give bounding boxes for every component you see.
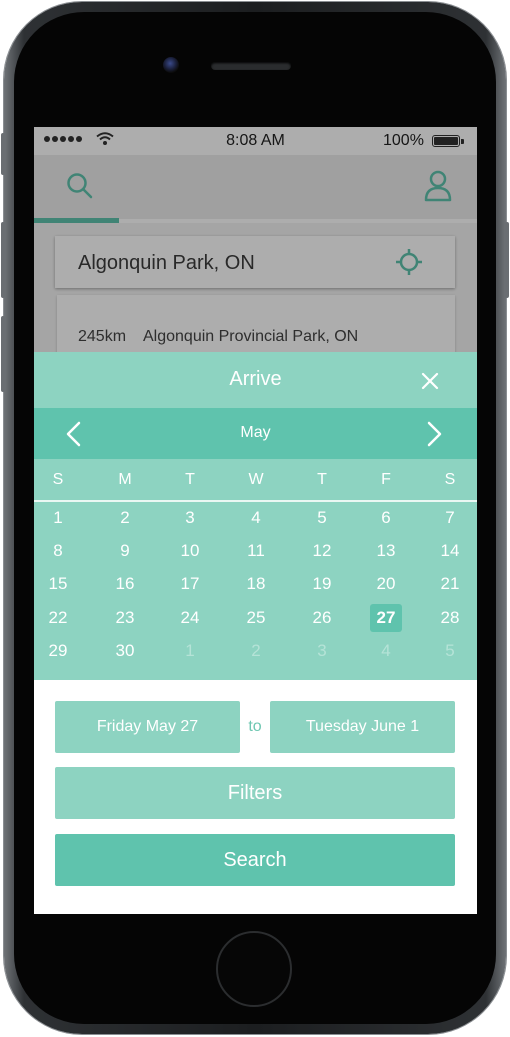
weekday-label: T <box>317 471 327 488</box>
mute-switch <box>1 133 5 175</box>
calendar-day[interactable]: 9 <box>109 537 141 565</box>
calendar-day-next-month[interactable]: 4 <box>370 637 402 665</box>
month-label: May <box>240 424 271 441</box>
modal-backdrop[interactable] <box>34 127 477 352</box>
weekday-header: S M T W T F S <box>34 459 477 502</box>
screen: 8:08 AM 100% Algonquin Park, ON 245km Al… <box>34 127 477 914</box>
front-camera <box>163 57 179 73</box>
home-button[interactable] <box>216 931 292 1007</box>
modal-title: Arrive <box>229 368 282 390</box>
month-navigation: May <box>34 408 477 459</box>
calendar-day-next-month[interactable]: 5 <box>434 637 466 665</box>
calendar-day[interactable]: 2 <box>109 504 141 532</box>
volume-down-button <box>1 316 5 392</box>
calendar-day[interactable]: 12 <box>306 537 338 565</box>
calendar-day[interactable]: 28 <box>434 604 466 632</box>
calendar-day-selected[interactable]: 27 <box>370 604 402 632</box>
calendar-day-next-month[interactable]: 1 <box>174 637 206 665</box>
calendar-day[interactable]: 11 <box>240 537 272 565</box>
calendar-day[interactable]: 17 <box>174 570 206 598</box>
calendar-day[interactable]: 4 <box>240 504 272 532</box>
calendar-day[interactable]: 14 <box>434 537 466 565</box>
calendar-grid: 1 2 3 4 5 6 7 8 9 10 11 12 13 14 15 16 1… <box>34 502 477 680</box>
calendar-day[interactable]: 24 <box>174 604 206 632</box>
end-date-button[interactable]: Tuesday June 1 <box>270 701 455 753</box>
calendar-day[interactable]: 22 <box>42 604 74 632</box>
weekday-label: S <box>52 471 64 488</box>
calendar-day[interactable]: 21 <box>434 570 466 598</box>
calendar-day[interactable]: 10 <box>174 537 206 565</box>
calendar-day[interactable]: 13 <box>370 537 402 565</box>
search-button[interactable]: Search <box>55 834 455 886</box>
calendar-day[interactable]: 1 <box>42 504 74 532</box>
volume-up-button <box>1 222 5 298</box>
calendar-day[interactable]: 30 <box>109 637 141 665</box>
weekday-label: S <box>444 471 456 488</box>
chevron-right-icon[interactable] <box>424 420 444 448</box>
earpiece-speaker <box>211 62 291 70</box>
calendar-day-next-month[interactable]: 2 <box>240 637 272 665</box>
date-range: Friday May 27 to Tuesday June 1 <box>34 701 477 753</box>
calendar-day[interactable]: 26 <box>306 604 338 632</box>
calendar-day[interactable]: 15 <box>42 570 74 598</box>
calendar-day[interactable]: 6 <box>370 504 402 532</box>
power-button <box>505 222 509 298</box>
calendar-day[interactable]: 25 <box>240 604 272 632</box>
weekday-label: F <box>381 471 391 488</box>
weekday-label: W <box>248 471 264 488</box>
calendar-day[interactable]: 18 <box>240 570 272 598</box>
weekday-label: M <box>118 471 132 488</box>
modal-header: Arrive <box>34 352 477 408</box>
calendar-day[interactable]: 19 <box>306 570 338 598</box>
calendar-day[interactable]: 5 <box>306 504 338 532</box>
range-separator: to <box>248 718 262 735</box>
calendar-day[interactable]: 23 <box>109 604 141 632</box>
start-date-button[interactable]: Friday May 27 <box>55 701 240 753</box>
date-picker-modal: Arrive May S M T W T F S 1 2 3 4 5 6 7 8… <box>34 352 477 914</box>
close-icon[interactable] <box>420 371 440 391</box>
calendar-day[interactable]: 20 <box>370 570 402 598</box>
calendar-day-next-month[interactable]: 3 <box>306 637 338 665</box>
calendar-day[interactable]: 7 <box>434 504 466 532</box>
weekday-label: T <box>185 471 195 488</box>
calendar-day[interactable]: 29 <box>42 637 74 665</box>
filters-button[interactable]: Filters <box>55 767 455 819</box>
calendar-day[interactable]: 8 <box>42 537 74 565</box>
calendar-day[interactable]: 16 <box>109 570 141 598</box>
calendar-day[interactable]: 3 <box>174 504 206 532</box>
